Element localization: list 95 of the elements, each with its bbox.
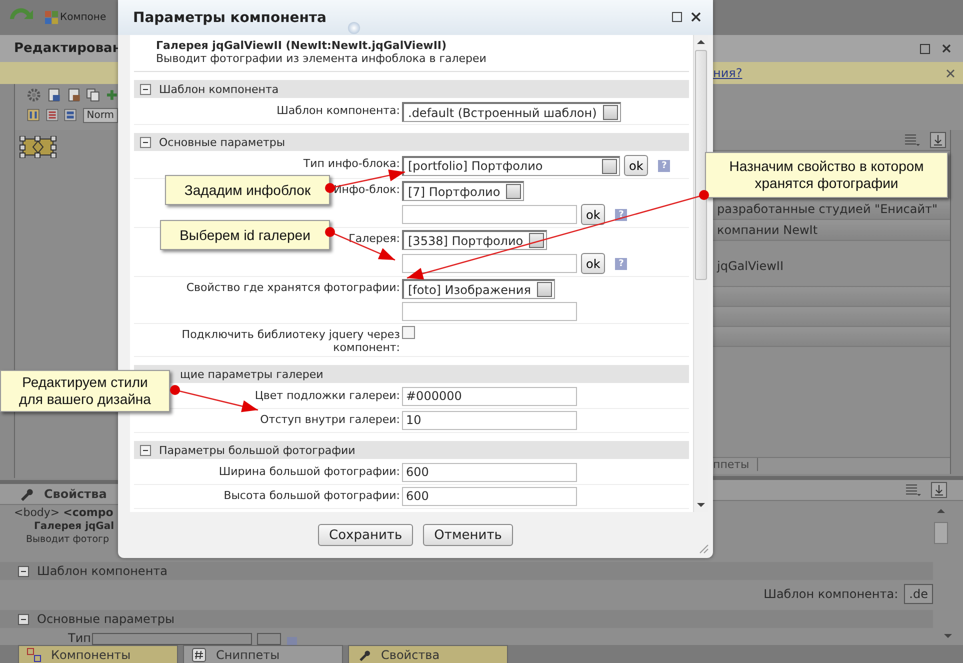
collapse-icon[interactable] — [140, 136, 151, 148]
layout-icon[interactable] — [64, 106, 77, 124]
document-icon[interactable] — [46, 88, 61, 102]
field-label: Цвет подложки галереи: — [254, 389, 400, 402]
list-row-text[interactable]: jqGalViewII — [717, 259, 784, 273]
field-label: Отступ внутри галереи: — [260, 413, 400, 426]
components-icon — [27, 648, 41, 662]
maximize-icon[interactable] — [920, 44, 930, 54]
panel-tab[interactable]: Сниппеты — [183, 645, 343, 663]
orb-icon — [348, 22, 360, 34]
scroll-up-icon[interactable] — [696, 38, 706, 46]
close-icon[interactable] — [942, 44, 951, 53]
menu-icon[interactable] — [904, 133, 920, 147]
maximize-icon[interactable] — [672, 12, 682, 22]
editor-title: Редактирован — [14, 41, 122, 56]
resize-grip-icon[interactable] — [697, 542, 709, 554]
format-select[interactable]: Norm — [82, 108, 118, 122]
wrench-icon — [357, 648, 371, 662]
section-header[interactable]: Основные параметры — [134, 133, 689, 151]
select-field[interactable]: [7] Портфолио — [402, 181, 524, 201]
section-title: Основные параметры — [159, 136, 286, 148]
top-tab[interactable]: Компоне — [60, 12, 106, 23]
select-field[interactable]: [3538] Портфолио — [402, 230, 548, 250]
input-field[interactable] — [402, 254, 577, 273]
select-field[interactable]: [portfolio] Портфолио — [402, 156, 620, 176]
collapse-icon[interactable] — [140, 444, 151, 456]
section-header[interactable]: Основные параметры — [0, 610, 933, 628]
input-field[interactable]: 10 — [402, 411, 577, 430]
panel-title: Свойства — [44, 487, 107, 501]
field-label: Шаблон компонента: — [276, 104, 400, 117]
dialog-title: Параметры компонента — [133, 10, 326, 26]
plus-icon[interactable] — [106, 88, 118, 102]
layout-icon[interactable] — [27, 106, 40, 124]
field-label: Тип инфо-блока: — [303, 157, 400, 170]
select-field[interactable]: .default (Встроенный шаблон) — [402, 102, 621, 122]
section-title: щие параметры галереи — [180, 368, 324, 380]
callout: Выберем id галереи — [160, 220, 330, 250]
input-field[interactable]: 600 — [402, 463, 577, 482]
callout: Назначим свойство в котором хранятся фотографии — [705, 152, 948, 198]
field-label: Тип — [68, 631, 91, 645]
ok-button[interactable]: ok — [581, 253, 606, 274]
input-field[interactable]: 600 — [402, 487, 577, 506]
component-description: Выводит фотогр — [25, 533, 110, 546]
select-field[interactable] — [92, 633, 252, 645]
field-label: Подключить библиотеку jquery через компонент: — [182, 328, 400, 354]
section-title: Шаблон компонента — [159, 82, 279, 96]
field-label: Галерея: — [348, 232, 400, 245]
document-icon[interactable] — [66, 88, 80, 102]
section-title: Основные параметры — [37, 612, 175, 626]
save-button[interactable]: Сохранить — [318, 524, 414, 546]
component-icon[interactable] — [19, 136, 57, 158]
field-label: Шаблон компонента: — [764, 587, 898, 601]
hash-icon — [192, 648, 206, 662]
input-field[interactable] — [402, 302, 577, 321]
section-header[interactable]: Шаблон компонента — [134, 80, 689, 98]
cancel-button[interactable]: Отменить — [423, 524, 513, 546]
field-label: Инфо-блок: — [334, 183, 400, 196]
ok-button[interactable]: ok — [624, 155, 648, 176]
callout: Зададим инфоблок — [165, 175, 330, 205]
close-icon[interactable] — [691, 12, 701, 22]
download-icon[interactable] — [931, 482, 947, 498]
select-field[interactable]: [foto] Изображения — [402, 279, 555, 299]
notice-link[interactable]: ния? — [713, 66, 742, 80]
panel-tab[interactable]: Компоненты — [18, 645, 178, 663]
input-field[interactable] — [402, 205, 577, 224]
select-field[interactable]: .de — [904, 584, 933, 604]
panel-tab[interactable]: Свойства — [348, 645, 508, 663]
section-title: Шаблон компонента — [37, 564, 168, 578]
ok-button[interactable]: ok — [581, 204, 606, 225]
windows-icon — [45, 10, 59, 24]
input-field[interactable]: #000000 — [402, 387, 577, 406]
menu-icon[interactable] — [905, 483, 921, 497]
component-description: Выводит фотографии из элемента инфоблока в галереи — [156, 52, 488, 65]
checkbox[interactable] — [402, 326, 415, 339]
small-button[interactable] — [256, 633, 281, 645]
copy-icon[interactable] — [86, 88, 100, 102]
scroll-down-icon[interactable] — [696, 501, 706, 509]
section-title: Параметры большой фотографии — [159, 444, 356, 456]
component-name: Галерея jqGal — [33, 520, 116, 533]
component-name: Галерея jqGalViewII (NewIt:NewIt.jqGalViewII) — [156, 39, 448, 52]
gear-icon[interactable] — [27, 88, 41, 102]
section-header[interactable]: Шаблон компонента — [0, 562, 933, 580]
scrollbar-thumb[interactable] — [934, 522, 948, 544]
field-label: Ширина большой фотографии: — [218, 465, 400, 478]
layout-icon[interactable] — [46, 106, 58, 124]
callout: Редактируем стили для вашего дизайна — [0, 370, 170, 412]
scrollbar-thumb[interactable] — [695, 50, 707, 280]
field-label: Высота большой фотографии: — [224, 489, 400, 502]
collapse-icon[interactable] — [18, 614, 29, 624]
field-label: Свойство где хранятся фотографии: — [186, 281, 400, 294]
breadcrumb: <body> <compo — [13, 505, 114, 520]
download-icon[interactable] — [930, 132, 946, 148]
collapse-icon[interactable] — [140, 84, 151, 94]
section-header[interactable]: Параметры большой фотографии — [134, 441, 689, 459]
collapse-icon[interactable] — [18, 566, 29, 576]
